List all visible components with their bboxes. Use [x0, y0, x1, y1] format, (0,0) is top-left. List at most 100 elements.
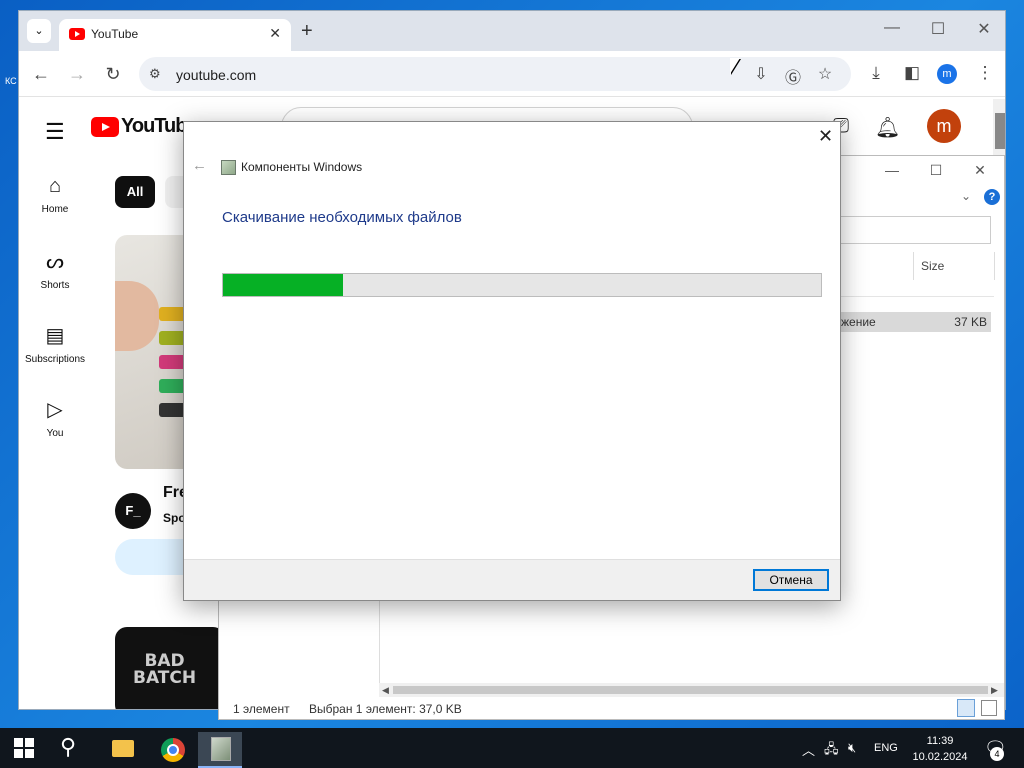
download-progress-bar	[222, 273, 822, 297]
windows-features-dialog: ✕ ← Компоненты Windows Скачивание необхо…	[183, 121, 841, 601]
taskbar-chrome[interactable]	[150, 732, 194, 768]
chevron-down-icon[interactable]: ⌄	[961, 189, 971, 203]
desktop-icon-label: КС	[5, 76, 17, 86]
sidebar-item-shorts[interactable]: ᔕ Shorts	[19, 249, 91, 291]
scroll-left-icon[interactable]: ◀	[382, 683, 389, 697]
sidebar-item-home[interactable]: ⌂ Home	[19, 175, 91, 215]
column-header-size[interactable]: Size	[921, 259, 944, 273]
chip-all[interactable]: All	[115, 176, 155, 208]
url-text[interactable]: youtube.com	[176, 67, 256, 83]
clock-date: 10.02.2024	[912, 751, 968, 763]
thumbnail-hand	[115, 281, 159, 351]
dialog-title: Компоненты Windows	[241, 160, 363, 174]
chevron-down-icon[interactable]: ⌄	[27, 19, 51, 43]
tab-youtube[interactable]: YouTube ✕	[59, 19, 291, 51]
scrollbar-thumb[interactable]	[995, 113, 1005, 149]
you-icon: ▷	[47, 399, 63, 421]
dialog-footer: Отмена	[184, 559, 840, 600]
sidebar-item-label: Shorts	[40, 280, 70, 291]
status-item-count: 1 элемент	[233, 702, 290, 716]
install-app-icon[interactable]: ⇩	[751, 64, 771, 84]
status-selection: Выбран 1 элемент: 37,0 KB	[309, 702, 462, 716]
windows-logo-icon	[25, 738, 34, 747]
sidebar-item-you[interactable]: ▷ You	[19, 397, 91, 439]
youtube-favicon-icon	[69, 28, 85, 40]
pane-divider	[379, 596, 380, 684]
folder-icon	[112, 740, 134, 757]
menu-icon[interactable]: ⋮	[973, 63, 997, 83]
windows-logo-icon	[14, 738, 23, 747]
downloads-icon[interactable]: ⤓	[864, 63, 888, 83]
windows-logo-icon	[14, 749, 23, 758]
site-info-icon[interactable]: ⚙	[149, 66, 161, 82]
windows-features-icon	[221, 160, 236, 175]
taskbar-windows-features[interactable]	[198, 732, 242, 768]
clock-time: 11:39	[926, 735, 954, 747]
clock[interactable]: 11:39 10.02.2024	[908, 733, 972, 765]
details-view-icon[interactable]	[957, 699, 975, 717]
tab-strip: ⌄ YouTube ✕ + — ☐ ✕	[19, 11, 1005, 51]
close-window-button[interactable]: ✕	[965, 162, 995, 179]
column-divider	[913, 252, 914, 280]
forward-icon[interactable]: →	[65, 62, 89, 86]
browser-toolbar: ← → ↻ ⚙ youtube.com ⇩ Ⓖ ☆ ⤓ ◧ m ⋮	[19, 51, 1005, 97]
address-bar[interactable]: ⚙ youtube.com ⇩ Ⓖ ☆	[139, 57, 851, 91]
video-thumbnail[interactable]: BAD BATCH	[115, 627, 225, 709]
windows-features-icon	[211, 737, 231, 761]
youtube-account-avatar[interactable]: m	[927, 109, 961, 143]
profile-avatar[interactable]: m	[937, 64, 957, 84]
sidebar-item-subscriptions[interactable]: ▤ Subscriptions	[19, 323, 91, 365]
dialog-heading: Скачивание необходимых файлов	[222, 209, 462, 226]
file-row[interactable]: жение 37 KB	[839, 312, 991, 332]
start-button[interactable]	[14, 738, 34, 758]
new-tab-button[interactable]: +	[301, 20, 313, 43]
network-icon[interactable]: 🖧︎	[824, 740, 839, 762]
volume-muted-icon[interactable]: 🔇︎	[848, 740, 856, 756]
side-panel-icon[interactable]: ◧	[900, 63, 924, 83]
maximize-button[interactable]: ☐	[923, 19, 953, 39]
scrollbar-thumb[interactable]	[393, 686, 988, 694]
bookmark-star-icon[interactable]: ☆	[815, 64, 835, 84]
maximize-button[interactable]: ☐	[921, 162, 951, 179]
sidebar-item-label: You	[46, 428, 64, 439]
thumbnail-title: BAD BATCH	[133, 651, 197, 688]
close-icon[interactable]: ✕	[818, 126, 833, 147]
windows-logo-icon	[25, 749, 34, 758]
close-window-button[interactable]: ✕	[969, 19, 999, 39]
search-icon[interactable]: ⚲	[60, 734, 76, 760]
shorts-icon: ᔕ	[46, 251, 64, 273]
notification-count-badge: 4	[990, 747, 1004, 761]
close-tab-icon[interactable]: ✕	[269, 25, 281, 42]
taskbar: ⚲ ︿ 🖧︎ 🔇︎ ENG 11:39 10.02.2024 🗨︎ 4	[0, 728, 1024, 768]
home-icon: ⌂	[48, 175, 62, 197]
sidebar-item-label: Home	[41, 204, 69, 215]
large-icons-view-icon[interactable]	[981, 700, 997, 716]
chrome-icon	[161, 738, 185, 762]
channel-avatar[interactable]: F_	[115, 493, 151, 529]
taskbar-file-explorer[interactable]	[100, 732, 144, 768]
sidebar-item-label: Subscriptions	[24, 354, 86, 365]
input-language[interactable]: ENG	[874, 742, 898, 754]
notifications-bell-icon[interactable]: 🔔︎	[875, 115, 900, 140]
mouse-cursor-icon	[730, 58, 740, 74]
hamburger-menu-icon[interactable]: ☰	[45, 119, 65, 145]
horizontal-scrollbar[interactable]: ◀ ▶	[379, 683, 1004, 697]
show-hidden-icons-icon[interactable]: ︿	[802, 740, 815, 759]
subscriptions-icon: ▤	[45, 325, 65, 347]
file-size: 37 KB	[954, 315, 987, 329]
header-separator	[839, 296, 994, 297]
tab-title: YouTube	[91, 27, 139, 41]
reload-icon[interactable]: ↻	[101, 62, 125, 86]
back-icon[interactable]: ←	[29, 62, 53, 86]
youtube-logo-icon[interactable]	[91, 117, 119, 137]
minimize-button[interactable]: —	[877, 19, 907, 37]
column-divider	[994, 252, 995, 280]
translate-icon[interactable]: Ⓖ	[783, 64, 803, 88]
help-icon[interactable]: ?	[984, 189, 1000, 205]
explorer-search-input[interactable]	[839, 216, 991, 244]
file-type: жение	[841, 315, 876, 329]
minimize-button[interactable]: —	[877, 162, 907, 178]
cancel-button[interactable]: Отмена	[753, 569, 829, 591]
back-arrow-icon[interactable]: ←	[192, 157, 207, 174]
scroll-right-icon[interactable]: ▶	[991, 683, 998, 697]
